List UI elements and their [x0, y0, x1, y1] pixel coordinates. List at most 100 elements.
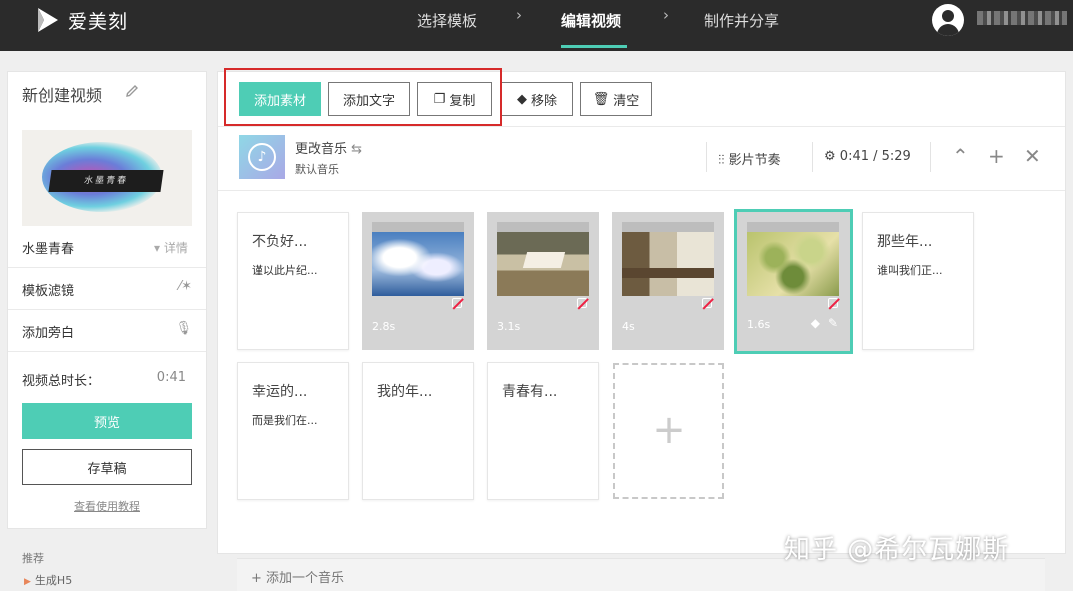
media-card[interactable]: 2.8s	[362, 212, 474, 350]
preview-button[interactable]: 预览	[22, 403, 192, 439]
card-subtitle: 谨以此片纪...	[252, 264, 318, 277]
eraser-icon[interactable]: ◆	[811, 316, 820, 330]
media-thumbnail	[497, 222, 589, 296]
template-name: 水墨青春	[22, 242, 75, 257]
film-rhythm-button[interactable]: ⫶⫶ 影片节奏	[718, 149, 781, 168]
trash-icon: 🗑	[592, 91, 610, 107]
add-narration-row[interactable]: 添加旁白 🎙	[8, 309, 206, 351]
card-title: 那些年...	[877, 234, 933, 250]
media-thumbnail	[372, 222, 464, 296]
close-icon[interactable]: ✕	[1024, 144, 1041, 168]
template-thumbnail[interactable]: 水墨青春	[22, 130, 192, 226]
text-card[interactable]: 那些年... 谁叫我们正...	[862, 212, 974, 350]
time-readout: 0:41 / 5:29	[839, 149, 911, 164]
user-avatar[interactable]	[932, 4, 964, 36]
chevron-up-icon[interactable]: ⌃	[952, 144, 969, 168]
text-card[interactable]: 幸运的... 而是我们在...	[237, 362, 349, 500]
change-music-link[interactable]: 更改音乐 ⇆	[295, 138, 362, 157]
sliders-icon: ⫶⫶	[718, 153, 729, 168]
book-shape	[522, 252, 566, 268]
divider	[706, 142, 707, 172]
card-title: 幸运的...	[252, 384, 308, 400]
tutorial-link[interactable]: 查看使用教程	[8, 498, 206, 514]
media-thumbnail	[622, 222, 714, 296]
film-rhythm-label: 影片节奏	[728, 153, 781, 168]
divider	[218, 190, 1065, 191]
avatar-body	[937, 24, 959, 36]
clear-button[interactable]: 🗑 清空	[580, 82, 652, 116]
total-duration-value: 0:41	[156, 370, 186, 385]
highlight-box	[224, 68, 502, 126]
generate-h5-label: 生成H5	[34, 574, 73, 587]
card-subtitle: 而是我们在...	[252, 414, 318, 427]
plus-icon: +	[652, 407, 686, 453]
chevron-right-icon: ›	[663, 6, 669, 24]
add-card-button[interactable]: +	[613, 363, 724, 499]
card-title: 不负好...	[252, 234, 308, 250]
muted-icon[interactable]	[577, 298, 587, 308]
template-detail-link[interactable]: ▾ 详情	[154, 239, 188, 256]
swap-icon: ⇆	[351, 142, 363, 157]
card-title: 我的年...	[377, 384, 433, 400]
thumbnail-title: 水墨青春	[83, 176, 129, 186]
card-subtitle: 谁叫我们正...	[877, 264, 943, 277]
default-music-label: 默认音乐	[295, 163, 339, 176]
pencil-icon[interactable]	[124, 83, 140, 99]
nav-step-choose-template[interactable]: 选择模板	[417, 10, 477, 31]
chevron-right-icon: ›	[516, 6, 522, 24]
media-thumbnail	[747, 222, 839, 296]
text-card[interactable]: 我的年...	[362, 362, 474, 500]
username-obscured[interactable]	[977, 11, 1067, 25]
change-music-label: 更改音乐	[295, 142, 348, 157]
divider	[218, 126, 1065, 127]
music-note-icon: ♪	[248, 143, 276, 171]
play-logo-icon	[38, 8, 58, 32]
add-music-label: + 添加一个音乐	[251, 571, 345, 586]
add-narration-label: 添加旁白	[22, 326, 75, 341]
template-filter-row[interactable]: 模板滤镜 ⁄✶	[8, 267, 206, 309]
divider	[930, 142, 931, 172]
divider	[812, 142, 813, 172]
magic-wand-icon: ⁄✶	[178, 279, 192, 294]
gear-icon: ⚙	[824, 149, 840, 164]
remove-label: 移除	[530, 93, 557, 109]
plus-icon[interactable]: +	[988, 144, 1005, 168]
media-card-selected[interactable]: 1.6s ◆ ✎	[734, 209, 853, 354]
classroom-book-image	[497, 232, 589, 296]
editor-panel: 添加素材 添加文字 ❐ 复制 ◆ 移除 🗑 清空 ♪ 更改音乐 ⇆ 默认音乐 ⫶⫶ 影…	[217, 68, 1066, 554]
nav-step-edit-video[interactable]: 编辑视频	[561, 10, 621, 31]
nav-step-make-share[interactable]: 制作并分享	[704, 10, 779, 31]
media-card[interactable]: 4s	[612, 212, 724, 350]
card-title: 青春有...	[502, 384, 558, 400]
generate-h5-link[interactable]: ▶ 生成H5	[24, 572, 72, 588]
total-duration-label: 视频总时长：	[22, 374, 101, 389]
classroom-desks-image	[622, 232, 714, 296]
leaves-image	[747, 232, 839, 296]
project-sidebar: 新创建视频 水墨青春 水墨青春 ▾ 详情 模板滤镜 ⁄✶ 添加旁白 🎙 视频总时…	[7, 71, 207, 529]
text-card[interactable]: 青春有...	[487, 362, 599, 500]
save-draft-button[interactable]: 存草稿	[22, 449, 192, 485]
recommend-label: 推荐	[22, 552, 44, 565]
project-title: 新创建视频	[22, 86, 103, 105]
pencil-icon[interactable]: ✎	[828, 316, 838, 330]
divider	[8, 351, 206, 352]
muted-icon[interactable]	[702, 298, 712, 308]
active-step-indicator	[561, 45, 627, 48]
music-cover[interactable]: ♪	[239, 135, 285, 179]
app-logo[interactable]: 爱美刻	[36, 6, 128, 34]
top-navbar: 爱美刻 选择模板 › 编辑视频 › 制作并分享	[0, 0, 1073, 51]
card-duration: 2.8s	[372, 320, 396, 333]
clear-label: 清空	[613, 93, 640, 109]
ink-brush-stroke: 水墨青春	[48, 170, 164, 192]
triangle-right-icon: ▶	[24, 577, 31, 587]
app-name: 爱美刻	[68, 10, 129, 33]
watermark: 知乎 @希尔瓦娜斯	[784, 535, 1010, 565]
media-card[interactable]: 3.1s	[487, 212, 599, 350]
text-card[interactable]: 不负好... 谨以此片纪...	[237, 212, 349, 350]
muted-icon[interactable]	[452, 298, 462, 308]
avatar-head	[942, 10, 954, 22]
remove-button[interactable]: ◆ 移除	[501, 82, 573, 116]
template-filter-label: 模板滤镜	[22, 284, 75, 299]
caret-down-icon: ▾	[154, 241, 164, 255]
muted-icon[interactable]	[828, 298, 838, 308]
